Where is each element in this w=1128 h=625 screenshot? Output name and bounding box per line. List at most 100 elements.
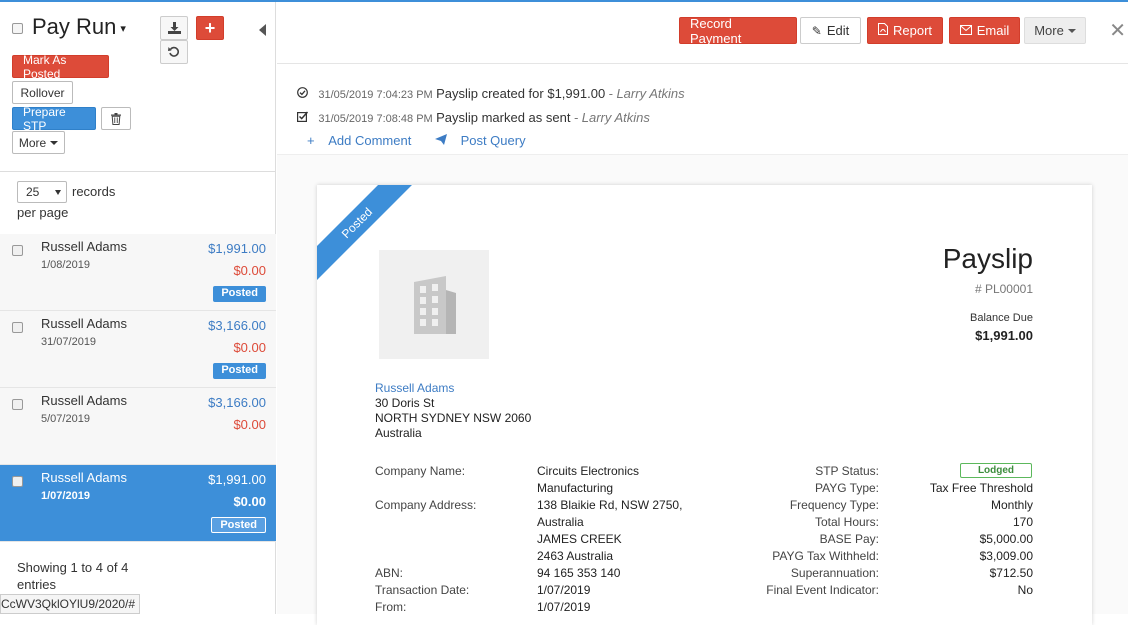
records-label: records bbox=[72, 184, 116, 199]
payslip-document: Posted Payslip # PL00001 Balance Due $1,… bbox=[317, 185, 1092, 625]
activity-links: + Add Comment Post Query bbox=[307, 133, 546, 148]
paper-plane-icon bbox=[434, 133, 451, 148]
from-label: From: bbox=[375, 600, 407, 614]
plus-icon: + bbox=[204, 17, 216, 38]
frequency-type-value: Monthly bbox=[990, 498, 1033, 512]
row-checkbox[interactable] bbox=[12, 322, 23, 333]
edit-label: Edit bbox=[826, 23, 850, 38]
payslip-balance: $0.00 bbox=[233, 340, 266, 355]
status-badge: Posted bbox=[213, 363, 266, 379]
rollover-button[interactable]: Rollover bbox=[12, 81, 73, 104]
employee-name: Russell Adams bbox=[41, 470, 127, 485]
stp-status-label: STP Status: bbox=[815, 464, 879, 478]
company-logo-placeholder bbox=[379, 250, 489, 359]
employee-name: Russell Adams bbox=[41, 316, 127, 331]
company-name-line1: Circuits Electronics bbox=[537, 464, 640, 478]
employee-name: Russell Adams bbox=[41, 239, 127, 254]
per-page-label: per page bbox=[17, 205, 69, 220]
activity-timestamp: 31/05/2019 7:04:23 PM bbox=[318, 89, 433, 101]
balance-due-label: Balance Due bbox=[970, 312, 1033, 324]
chevron-down-icon: ▾ bbox=[120, 22, 126, 35]
sidebar-more-button[interactable]: More bbox=[12, 131, 65, 154]
page-title[interactable]: Pay Run ▾ bbox=[32, 14, 126, 40]
balance-due-value: $1,991.00 bbox=[975, 328, 1033, 343]
total-hours-value: 170 bbox=[1012, 515, 1033, 529]
record-payment-button[interactable]: Record Payment bbox=[679, 16, 797, 46]
building-icon bbox=[414, 275, 456, 334]
frequency-type-label: Frequency Type: bbox=[789, 498, 879, 512]
payslip-balance: $0.00 bbox=[233, 417, 266, 432]
abn-label: ABN: bbox=[375, 566, 404, 580]
header-more-button[interactable]: More bbox=[1024, 17, 1086, 44]
activity-message: Payslip created for $1,991.00 bbox=[436, 86, 606, 101]
email-button[interactable]: Email bbox=[949, 17, 1020, 44]
abn-value: 94 165 353 140 bbox=[537, 566, 621, 580]
post-query-link[interactable]: Post Query bbox=[434, 133, 536, 148]
payslip-balance: $0.00 bbox=[233, 494, 266, 509]
payg-tax-value: $3,009.00 bbox=[979, 549, 1033, 563]
company-address-label: Company Address: bbox=[375, 498, 477, 512]
address-country: Australia bbox=[375, 426, 422, 440]
envelope-icon bbox=[959, 24, 972, 38]
final-event-label: Final Event Indicator: bbox=[766, 583, 879, 597]
superannuation-value: $712.50 bbox=[989, 566, 1033, 580]
download-icon bbox=[167, 22, 181, 34]
payslip-date: 1/08/2019 bbox=[41, 259, 90, 271]
total-hours-label: Total Hours: bbox=[814, 515, 879, 529]
add-comment-label: Add Comment bbox=[328, 133, 412, 148]
activity-message: Payslip marked as sent bbox=[436, 110, 571, 125]
status-badge: Posted bbox=[211, 517, 266, 533]
add-button[interactable]: + bbox=[196, 16, 224, 40]
company-name-label: Company Name: bbox=[375, 464, 466, 478]
employee-name-link[interactable]: Russell Adams bbox=[375, 381, 531, 396]
payslip-list: Russell Adams 1/08/2019 $1,991.00 $0.00 … bbox=[0, 234, 276, 542]
payslip-date: 1/07/2019 bbox=[41, 490, 90, 502]
download-button[interactable] bbox=[160, 16, 188, 40]
sidebar-divider bbox=[0, 171, 276, 172]
payg-tax-label: PAYG Tax Withheld: bbox=[772, 549, 879, 563]
edit-button[interactable]: ✎ Edit bbox=[800, 17, 861, 44]
payslip-amount: $1,991.00 bbox=[208, 472, 266, 487]
post-query-label: Post Query bbox=[460, 133, 526, 148]
activity-entry: 31/05/2019 7:08:48 PM Payslip marked as … bbox=[297, 110, 650, 125]
company-address-line1: 138 Blaikie Rd, NSW 2750, bbox=[537, 498, 683, 512]
company-name-line2: Manufacturing bbox=[537, 481, 614, 495]
trash-icon bbox=[111, 112, 121, 125]
check-circle-icon bbox=[297, 87, 309, 101]
undo-button[interactable] bbox=[160, 40, 188, 64]
prepare-stp-button[interactable]: Prepare STP bbox=[12, 105, 96, 133]
header-more-label: More bbox=[1034, 23, 1064, 38]
list-item[interactable]: Russell Adams 1/08/2019 $1,991.00 $0.00 … bbox=[0, 234, 276, 311]
list-item[interactable]: Russell Adams 31/07/2019 $3,166.00 $0.00… bbox=[0, 311, 276, 388]
page-title-text: Pay Run bbox=[32, 14, 117, 39]
list-item[interactable]: Russell Adams 5/07/2019 $3,166.00 $0.00 bbox=[0, 388, 276, 465]
add-comment-link[interactable]: + Add Comment bbox=[307, 133, 421, 148]
mark-as-posted-button[interactable]: Mark As Posted bbox=[12, 53, 109, 81]
superannuation-label: Superannuation: bbox=[790, 566, 879, 580]
select-arrow-icon bbox=[55, 190, 61, 195]
plus-icon: + bbox=[307, 133, 319, 148]
transaction-date-value: 1/07/2019 bbox=[537, 583, 591, 597]
row-checkbox[interactable] bbox=[12, 476, 23, 487]
records-per-page-select[interactable]: 25 bbox=[17, 181, 67, 203]
delete-button[interactable] bbox=[101, 107, 131, 130]
collapse-sidebar-icon[interactable] bbox=[259, 24, 266, 36]
row-checkbox[interactable] bbox=[12, 245, 23, 256]
list-item-selected[interactable]: Russell Adams 1/07/2019 $1,991.00 $0.00 … bbox=[0, 465, 276, 542]
action-toolbar: Record Payment ✎ Edit Report Email More ✕ bbox=[277, 2, 1128, 64]
close-icon[interactable]: ✕ bbox=[1109, 18, 1126, 43]
row-checkbox[interactable] bbox=[12, 399, 23, 410]
payslip-title: Payslip bbox=[942, 243, 1033, 274]
caret-down-icon bbox=[1067, 28, 1076, 33]
activity-entry: 31/05/2019 7:04:23 PM Payslip created fo… bbox=[297, 86, 685, 101]
base-pay-label: BASE Pay: bbox=[819, 532, 879, 546]
report-button[interactable]: Report bbox=[867, 17, 943, 44]
payslip-date: 5/07/2019 bbox=[41, 413, 90, 425]
undo-icon bbox=[168, 46, 179, 57]
activity-author: - Larry Atkins bbox=[608, 86, 685, 101]
caret-down-icon bbox=[50, 140, 59, 145]
select-all-checkbox[interactable] bbox=[12, 23, 23, 34]
payg-type-value: Tax Free Threshold bbox=[929, 481, 1033, 495]
sidebar-more-label: More bbox=[18, 135, 47, 150]
pagination-info: Showing 1 to 4 of 4 entries bbox=[17, 560, 129, 592]
